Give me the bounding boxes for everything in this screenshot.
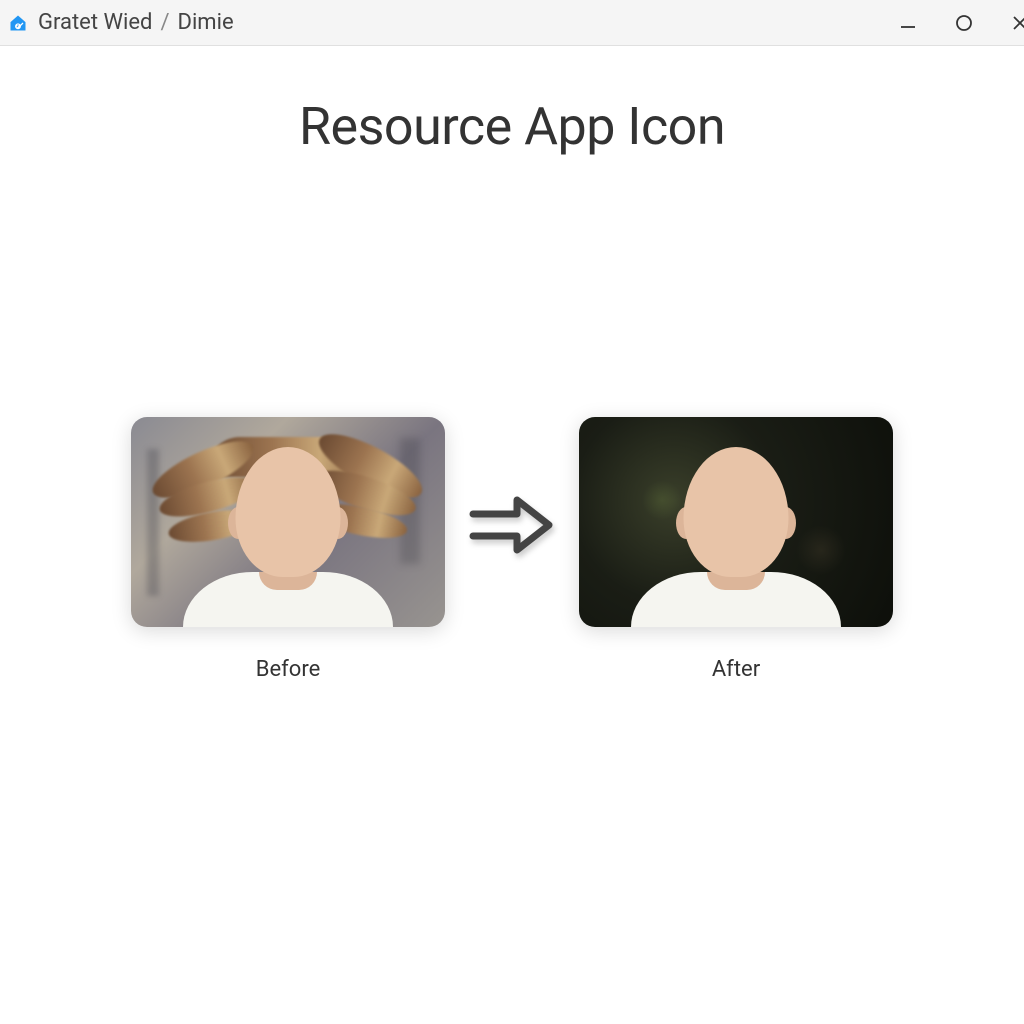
maximize-button[interactable] — [950, 9, 978, 37]
close-button[interactable] — [1006, 9, 1024, 37]
app-home-icon — [8, 13, 28, 33]
main-content: Resource App Icon — [0, 46, 1024, 682]
after-image — [579, 417, 893, 627]
after-label: After — [712, 657, 760, 682]
before-image — [131, 417, 445, 627]
before-card: Before — [131, 417, 445, 682]
breadcrumb-current[interactable]: Dimie — [178, 10, 234, 35]
after-card: After — [579, 417, 893, 682]
arrow-right-icon — [467, 490, 557, 560]
titlebar-left: Gratet Wied / Dimie — [8, 10, 234, 35]
minimize-button[interactable] — [894, 9, 922, 37]
titlebar: Gratet Wied / Dimie — [0, 0, 1024, 46]
breadcrumb: Gratet Wied / Dimie — [38, 10, 234, 35]
page-title: Resource App Icon — [299, 96, 725, 157]
breadcrumb-parent[interactable]: Gratet Wied — [38, 10, 152, 35]
before-label: Before — [256, 657, 321, 682]
comparison-row: Before After — [131, 417, 893, 682]
window-controls — [894, 0, 1024, 45]
breadcrumb-separator: / — [160, 10, 169, 35]
